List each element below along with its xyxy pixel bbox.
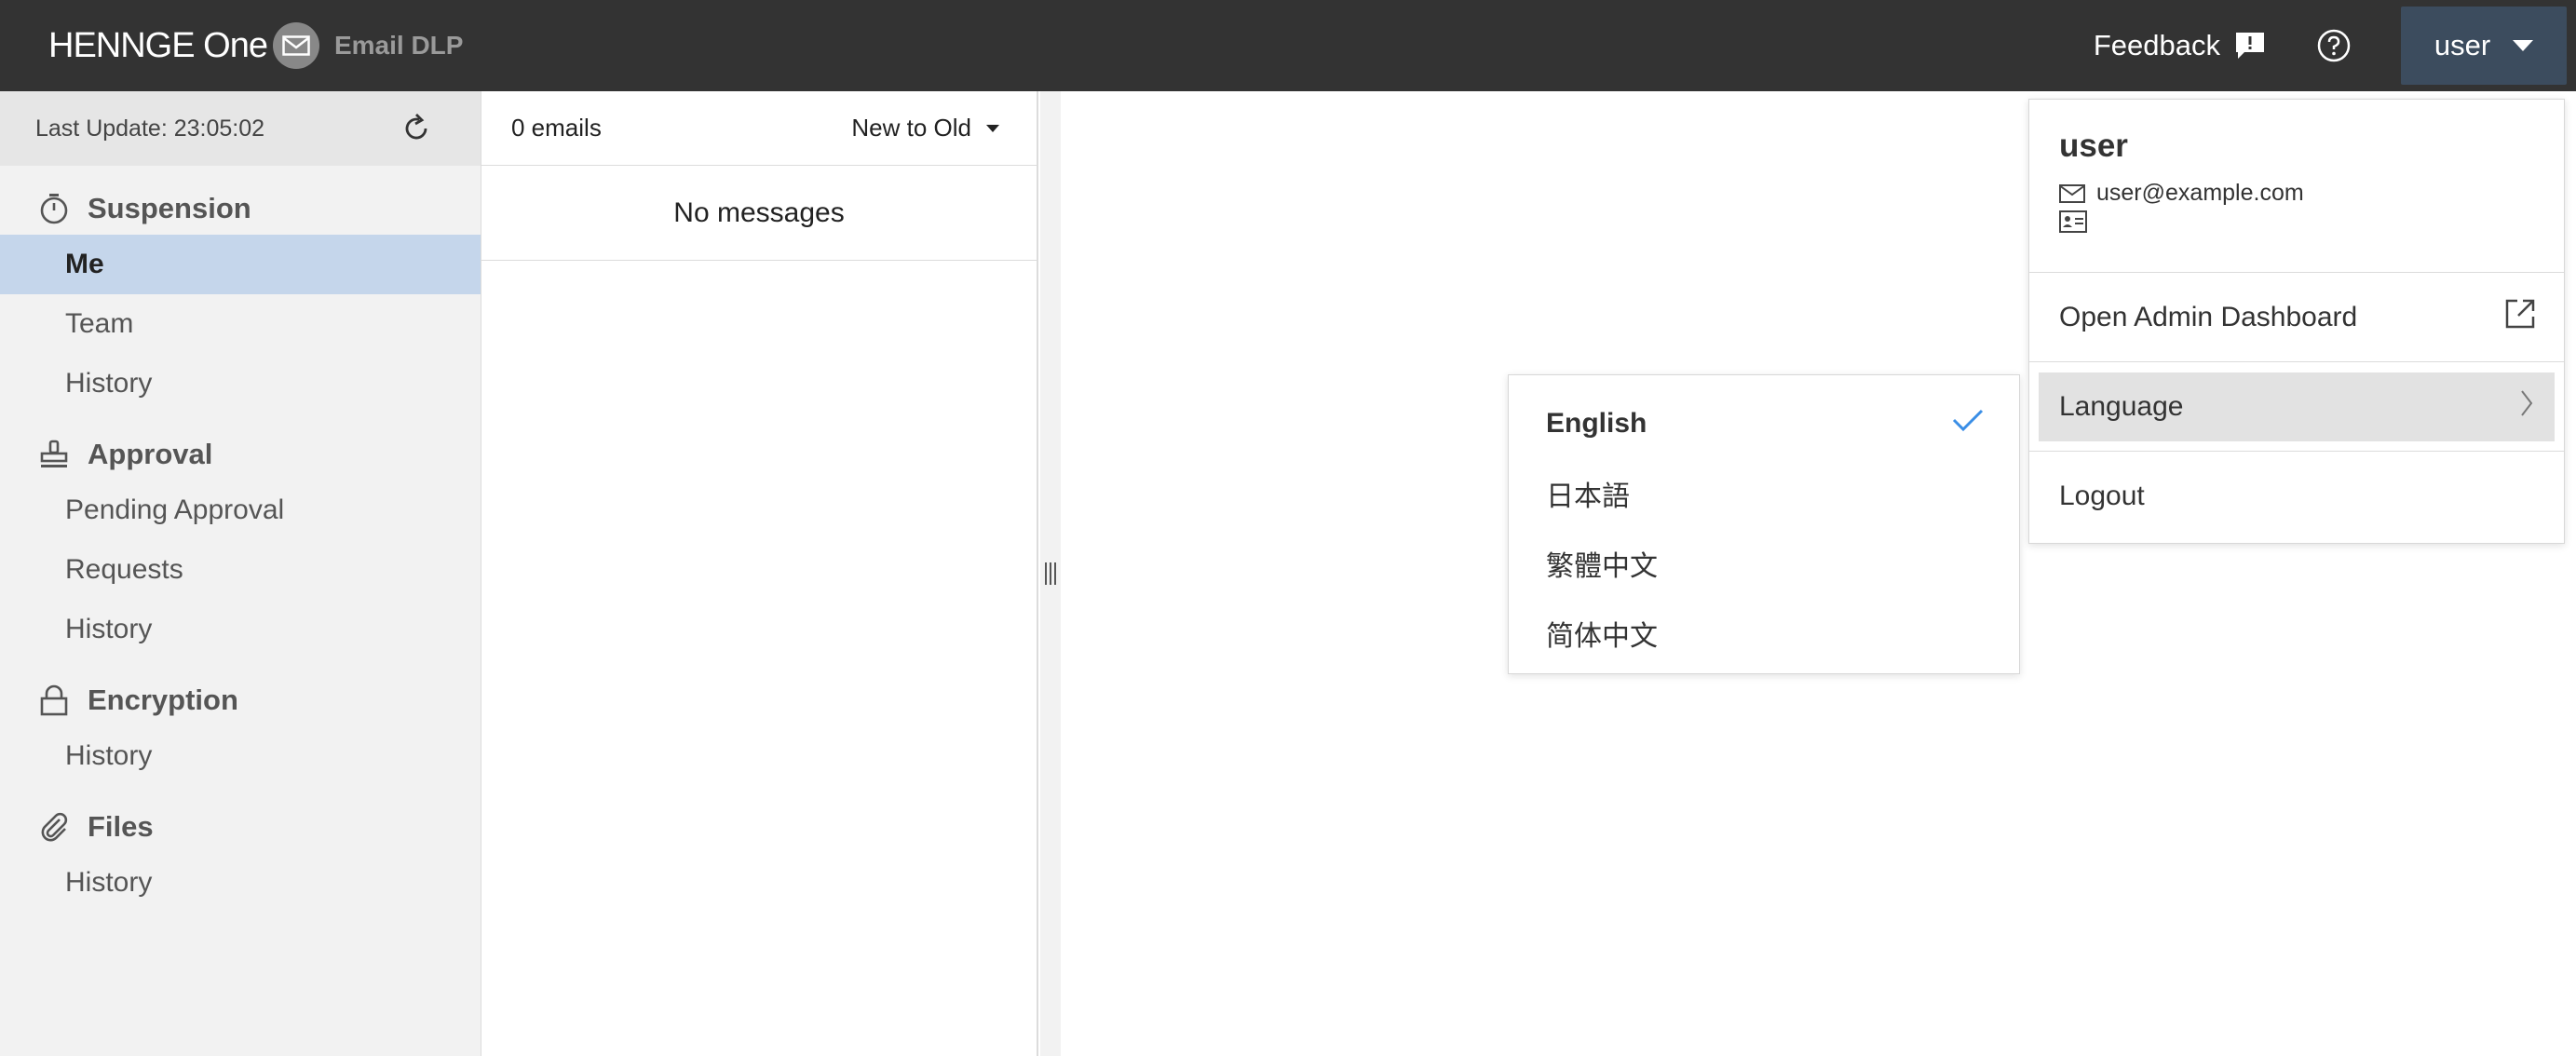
nav-label: Me	[65, 249, 104, 279]
section-title: Approval	[88, 438, 213, 470]
section-files: Files	[0, 805, 481, 849]
nav-label: History	[65, 368, 153, 399]
user-menu-button[interactable]: user	[2401, 7, 2567, 85]
section-title: Files	[88, 810, 154, 843]
sidebar: Last Update: 23:05:02 Suspension Me Team…	[0, 91, 481, 1056]
nav-label: History	[65, 867, 153, 898]
language-option-english[interactable]: English	[1509, 388, 2019, 458]
sort-dropdown[interactable]: New to Old	[851, 114, 999, 142]
nav-label: History	[65, 740, 153, 771]
mail-logo-icon	[272, 22, 319, 69]
user-dropdown-menu: user user@example.com Open Admin Dashboa…	[2028, 99, 2565, 544]
section-title: Suspension	[88, 192, 251, 224]
open-admin-dashboard-item[interactable]: Open Admin Dashboard	[2029, 273, 2564, 362]
language-submenu: English 日本語 繁體中文 简体中文	[1508, 374, 2020, 674]
menu-label: Language	[2059, 390, 2184, 422]
feedback-button[interactable]: Feedback	[2094, 29, 2265, 62]
refresh-icon[interactable]	[400, 113, 432, 144]
language-label: English	[1546, 407, 1647, 439]
language-option-traditional-chinese[interactable]: 繁體中文	[1509, 528, 2019, 598]
sidebar-item-pending-approval[interactable]: Pending Approval	[0, 481, 481, 540]
section-encryption: Encryption	[0, 678, 481, 723]
panel-resize-handle[interactable]	[1040, 91, 1061, 1056]
last-update-text: Last Update: 23:05:02	[35, 115, 265, 142]
language-option-simplified-chinese[interactable]: 简体中文	[1509, 598, 2019, 668]
language-label: 日本語	[1546, 481, 1630, 512]
id-card-icon	[2059, 210, 2564, 233]
sidebar-item-files-history[interactable]: History	[0, 853, 481, 913]
menu-label: Open Admin Dashboard	[2059, 301, 2358, 332]
sidebar-item-approval-history[interactable]: History	[0, 600, 481, 659]
user-name: user	[2059, 128, 2128, 164]
top-bar: HENNGE One Email DLP Feedback user	[0, 0, 2576, 91]
checkmark-icon	[1952, 408, 1984, 440]
sidebar-item-suspension-history[interactable]: History	[0, 354, 481, 413]
language-row-highlight: Language	[2039, 372, 2555, 441]
lock-icon	[37, 684, 71, 716]
language-option-japanese[interactable]: 日本語	[1509, 458, 2019, 528]
brand-logo[interactable]: HENNGE One Email DLP	[48, 22, 463, 69]
envelope-icon	[2059, 183, 2085, 203]
nav-label: Team	[65, 308, 134, 339]
stopwatch-icon	[37, 193, 71, 224]
paperclip-icon	[37, 812, 71, 842]
last-update-bar: Last Update: 23:05:02	[0, 91, 481, 166]
email-list-panel: 0 emails New to Old No messages	[481, 91, 1038, 1056]
stamp-icon	[37, 440, 71, 469]
empty-state: No messages	[481, 166, 1037, 261]
nav-label: Requests	[65, 554, 183, 585]
section-title: Encryption	[88, 684, 238, 716]
nav-label: Pending Approval	[65, 494, 285, 525]
logout-item[interactable]: Logout	[2029, 452, 2564, 541]
help-icon[interactable]	[2317, 29, 2351, 62]
language-label: 繁體中文	[1546, 550, 1658, 582]
section-approval: Approval	[0, 432, 481, 477]
sidebar-item-suspension-team[interactable]: Team	[0, 294, 481, 354]
external-link-icon	[2504, 298, 2536, 337]
chevron-down-icon	[2513, 40, 2534, 51]
language-item[interactable]: Language	[2029, 362, 2564, 452]
chevron-right-icon	[2519, 389, 2534, 425]
feedback-icon	[2235, 32, 2265, 60]
sidebar-item-encryption-history[interactable]: History	[0, 726, 481, 786]
nav-label: History	[65, 614, 153, 644]
email-count: 0 emails	[511, 114, 602, 142]
sidebar-item-suspension-me[interactable]: Me	[0, 235, 481, 294]
feedback-label: Feedback	[2093, 29, 2220, 61]
user-info: user user@example.com	[2029, 100, 2564, 273]
brand-name: HENNGE One	[48, 25, 268, 65]
section-suspension: Suspension	[0, 186, 481, 231]
chevron-down-icon	[986, 124, 999, 132]
user-button-label: user	[2434, 29, 2491, 61]
user-email-row: user@example.com	[2059, 180, 2564, 207]
language-label: 简体中文	[1546, 620, 1658, 652]
sort-label: New to Old	[851, 114, 971, 142]
sidebar-item-requests[interactable]: Requests	[0, 540, 481, 600]
email-list-header: 0 emails New to Old	[481, 91, 1037, 166]
grip-icon	[1045, 562, 1056, 585]
user-email: user@example.com	[2096, 180, 2304, 206]
menu-label: Logout	[2059, 481, 2145, 511]
product-name: Email DLP	[333, 31, 464, 60]
